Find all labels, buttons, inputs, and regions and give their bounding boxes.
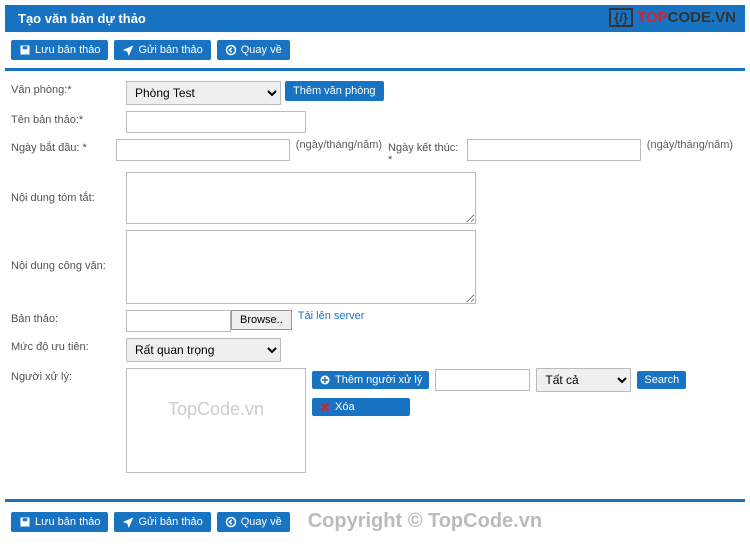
add-office-button[interactable]: Thêm văn phòng xyxy=(285,81,384,101)
save-icon xyxy=(19,516,31,528)
office-label: Văn phòng:* xyxy=(11,81,126,96)
title-input[interactable] xyxy=(126,111,306,133)
send-button-bottom[interactable]: Gửi bản thảo xyxy=(114,512,210,532)
file-path-input[interactable] xyxy=(126,310,231,332)
back-button-bottom[interactable]: Quay về xyxy=(217,512,290,532)
send-button[interactable]: Gửi bản thảo xyxy=(114,40,210,60)
back-icon xyxy=(225,44,237,56)
date-hint-end: (ngày/tháng/năm) xyxy=(647,139,733,151)
search-handler-input[interactable] xyxy=(435,369,530,391)
date-hint-start: (ngày/tháng/năm) xyxy=(296,139,382,151)
browse-button[interactable]: Browse.. xyxy=(231,310,292,330)
summary-label: Nội dung tóm tắt: xyxy=(11,172,126,204)
office-select[interactable]: Phòng Test xyxy=(126,81,281,105)
back-button[interactable]: Quay về xyxy=(217,40,290,60)
draft-file-label: Bản thảo: xyxy=(11,310,126,325)
watermark-copyright: Copyright © TopCode.vn xyxy=(308,510,542,533)
priority-label: Mức độ ưu tiên: xyxy=(11,338,126,353)
end-date-label: Ngày kết thúc: * xyxy=(388,139,459,166)
top-toolbar: Lưu bản thảo Gửi bản thảo Quay về xyxy=(5,32,745,71)
save-button-bottom[interactable]: Lưu bản thảo xyxy=(11,512,108,532)
upload-link[interactable]: Tải lên server xyxy=(298,310,365,322)
search-button[interactable]: Search xyxy=(637,371,686,389)
send-icon xyxy=(122,44,134,56)
content-textarea[interactable] xyxy=(126,230,476,304)
delete-icon xyxy=(319,401,331,413)
send-icon xyxy=(122,516,134,528)
bottom-toolbar: Lưu bản thảo Gửi bản thảo Quay về Copyri… xyxy=(5,499,745,541)
delete-handler-button[interactable]: Xóa xyxy=(312,398,410,416)
save-icon xyxy=(19,44,31,56)
back-icon xyxy=(225,516,237,528)
end-date-input[interactable] xyxy=(467,139,641,161)
save-button[interactable]: Lưu bản thảo xyxy=(11,40,108,60)
handlers-controls: Thêm người xử lý Tất cả Search Xóa xyxy=(312,368,686,422)
title-label: Tên bản thảo:* xyxy=(11,111,126,126)
content-label: Nội dung công văn: xyxy=(11,230,126,272)
add-handler-button[interactable]: Thêm người xử lý xyxy=(312,371,429,389)
start-date-input[interactable] xyxy=(116,139,290,161)
form: Văn phòng:* Phòng Test Thêm văn phòng Tê… xyxy=(5,71,745,489)
handlers-list[interactable]: TopCode.vn xyxy=(126,368,306,473)
watermark-logo: {/} TOPCODE.VN xyxy=(609,8,736,27)
summary-textarea[interactable] xyxy=(126,172,476,224)
priority-select[interactable]: Rất quan trọng xyxy=(126,338,281,362)
handlers-label: Người xử lý: xyxy=(11,368,126,383)
search-filter-select[interactable]: Tất cả xyxy=(536,368,631,392)
plus-icon xyxy=(319,374,331,386)
start-date-label: Ngày bắt đầu: * xyxy=(11,139,116,154)
page-title: Tạo văn bản dự thảo xyxy=(18,11,146,26)
watermark-center: TopCode.vn xyxy=(127,369,305,450)
